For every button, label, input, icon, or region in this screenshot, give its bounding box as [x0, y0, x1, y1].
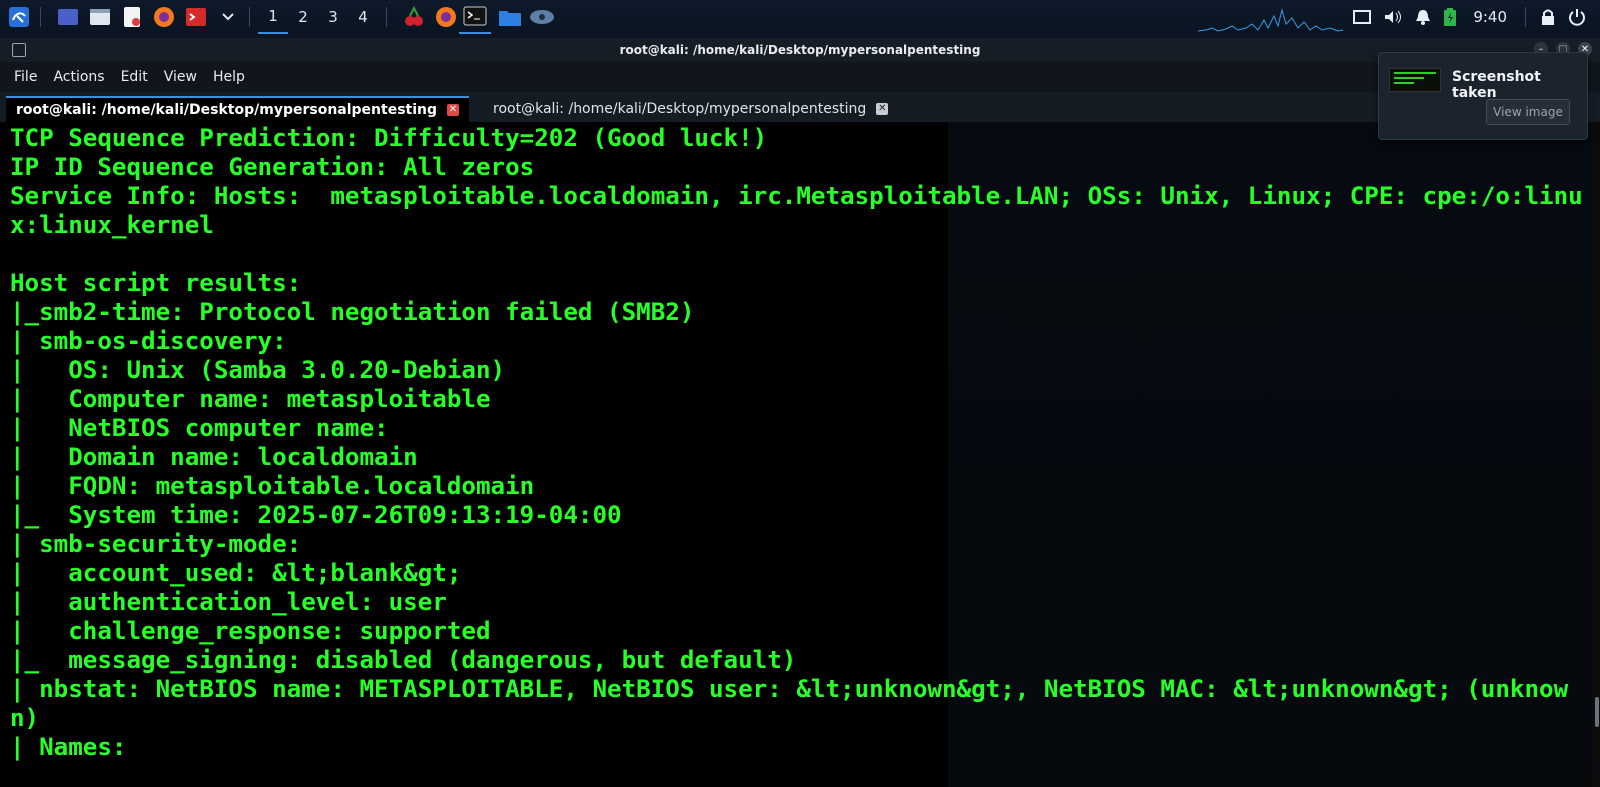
tab-label: root@kali: /home/kali/Desktop/mypersonal… — [16, 102, 438, 118]
screen-icon[interactable] — [1353, 9, 1372, 25]
terminal-line: | Computer name: metasploitable — [10, 385, 491, 413]
terminal-line: Host script results: — [10, 269, 302, 297]
notification-title: Screenshot taken — [1452, 69, 1541, 101]
menu-help[interactable]: Help — [205, 69, 253, 85]
terminal-line: | Domain name: localdomain — [10, 443, 418, 471]
terminal-line: | smb-security-mode: — [10, 530, 302, 558]
clock[interactable]: 9:40 — [1473, 8, 1507, 26]
text-editor-icon[interactable] — [119, 5, 145, 29]
view-image-button[interactable]: View image — [1486, 99, 1570, 125]
scrollbar-thumb[interactable] — [1595, 697, 1599, 727]
terminal-line: |_ System time: 2025-07-26T09:13:19-04:0… — [10, 501, 622, 529]
terminal-line: Service Info: Hosts: metasploitable.loca… — [10, 182, 1583, 239]
screenshot-notification: Screenshot taken View image — [1378, 52, 1588, 140]
terminal-line: | smb-os-discovery: — [10, 327, 287, 355]
cherrytree-icon[interactable] — [401, 5, 427, 29]
tab-label: root@kali: /home/kali/Desktop/mypersonal… — [493, 101, 867, 117]
terminal-output-area[interactable]: TCP Sequence Prediction: Difficulty=202 … — [0, 122, 1592, 787]
terminal-icon — [463, 6, 487, 26]
menu-edit[interactable]: Edit — [113, 69, 156, 85]
terminal-line: |_smb2-time: Protocol negotiation failed… — [10, 298, 695, 326]
window-title: root@kali: /home/kali/Desktop/mypersonal… — [619, 43, 981, 57]
terminal-line: TCP Sequence Prediction: Difficulty=202 … — [10, 124, 768, 152]
menu-view[interactable]: View — [156, 69, 205, 85]
power-icon[interactable] — [1568, 8, 1586, 26]
terminal-line: | NetBIOS computer name: — [10, 414, 389, 442]
panel-separator — [386, 7, 387, 27]
system-tray: 9:40 — [1347, 0, 1600, 34]
cpu-graph-icon — [1198, 8, 1343, 32]
panel-separator — [40, 7, 41, 27]
tab-bar: root@kali: /home/kali/Desktop/mypersonal… — [0, 92, 1600, 122]
desktop-icon[interactable] — [55, 5, 81, 29]
tab-2[interactable]: root@kali: /home/kali/Desktop/mypersonal… — [483, 96, 898, 122]
terminal-line: | FQDN: metasploitable.localdomain — [10, 472, 535, 500]
screenshot-thumbnail[interactable] — [1389, 68, 1441, 92]
terminal-line: | nbstat: NetBIOS name: METASPLOITABLE, … — [10, 675, 1569, 732]
workspace-2[interactable]: 2 — [288, 0, 318, 34]
terminal-taskbar-button[interactable] — [459, 0, 491, 34]
firefox-icon[interactable] — [433, 5, 459, 29]
terminal-scrollbar[interactable] — [1592, 122, 1600, 787]
window-app-icon — [12, 43, 26, 57]
lock-icon[interactable] — [1540, 8, 1556, 26]
menu-file[interactable]: File — [6, 69, 45, 85]
terminal-line: | Names: — [10, 733, 127, 761]
chevron-down-icon[interactable] — [215, 5, 241, 29]
panel-separator — [249, 7, 250, 27]
eye-icon[interactable] — [529, 5, 555, 29]
terminal-red-icon[interactable] — [183, 5, 209, 29]
battery-icon[interactable] — [1443, 7, 1457, 27]
panel-separator — [1525, 7, 1526, 27]
bell-icon[interactable] — [1415, 8, 1431, 26]
folder-icon[interactable] — [497, 5, 523, 29]
menu-actions[interactable]: Actions — [45, 69, 112, 85]
terminal-line: | OS: Unix (Samba 3.0.20-Debian) — [10, 356, 506, 384]
workspace-3[interactable]: 3 — [318, 0, 348, 34]
menu-bar: File Actions Edit View Help — [0, 62, 1600, 92]
tab-1[interactable]: root@kali: /home/kali/Desktop/mypersonal… — [6, 96, 470, 122]
terminal-line: IP ID Sequence Generation: All zeros — [10, 153, 535, 181]
kali-menu-icon[interactable] — [6, 5, 32, 29]
volume-icon[interactable] — [1383, 9, 1403, 25]
tab-close-icon[interactable]: ✕ — [447, 104, 460, 116]
terminal-window: root@kali: /home/kali/Desktop/mypersonal… — [0, 38, 1600, 787]
terminal-output: TCP Sequence Prediction: Difficulty=202 … — [10, 124, 1586, 762]
terminal-line: | account_used: &lt;blank&gt; — [10, 559, 462, 587]
file-manager-icon[interactable] — [87, 5, 113, 29]
firefox-icon[interactable] — [151, 5, 177, 29]
terminal-line: | authentication_level: user — [10, 588, 447, 616]
top-panel: 1 2 3 4 9:40 — [0, 0, 1600, 34]
window-titlebar[interactable]: root@kali: /home/kali/Desktop/mypersonal… — [0, 38, 1600, 62]
workspace-1[interactable]: 1 — [258, 0, 288, 34]
workspace-4[interactable]: 4 — [348, 0, 378, 34]
terminal-line: |_ message_signing: disabled (dangerous,… — [10, 646, 797, 674]
tab-close-icon[interactable]: ✕ — [876, 103, 889, 115]
terminal-line: | challenge_response: supported — [10, 617, 491, 645]
